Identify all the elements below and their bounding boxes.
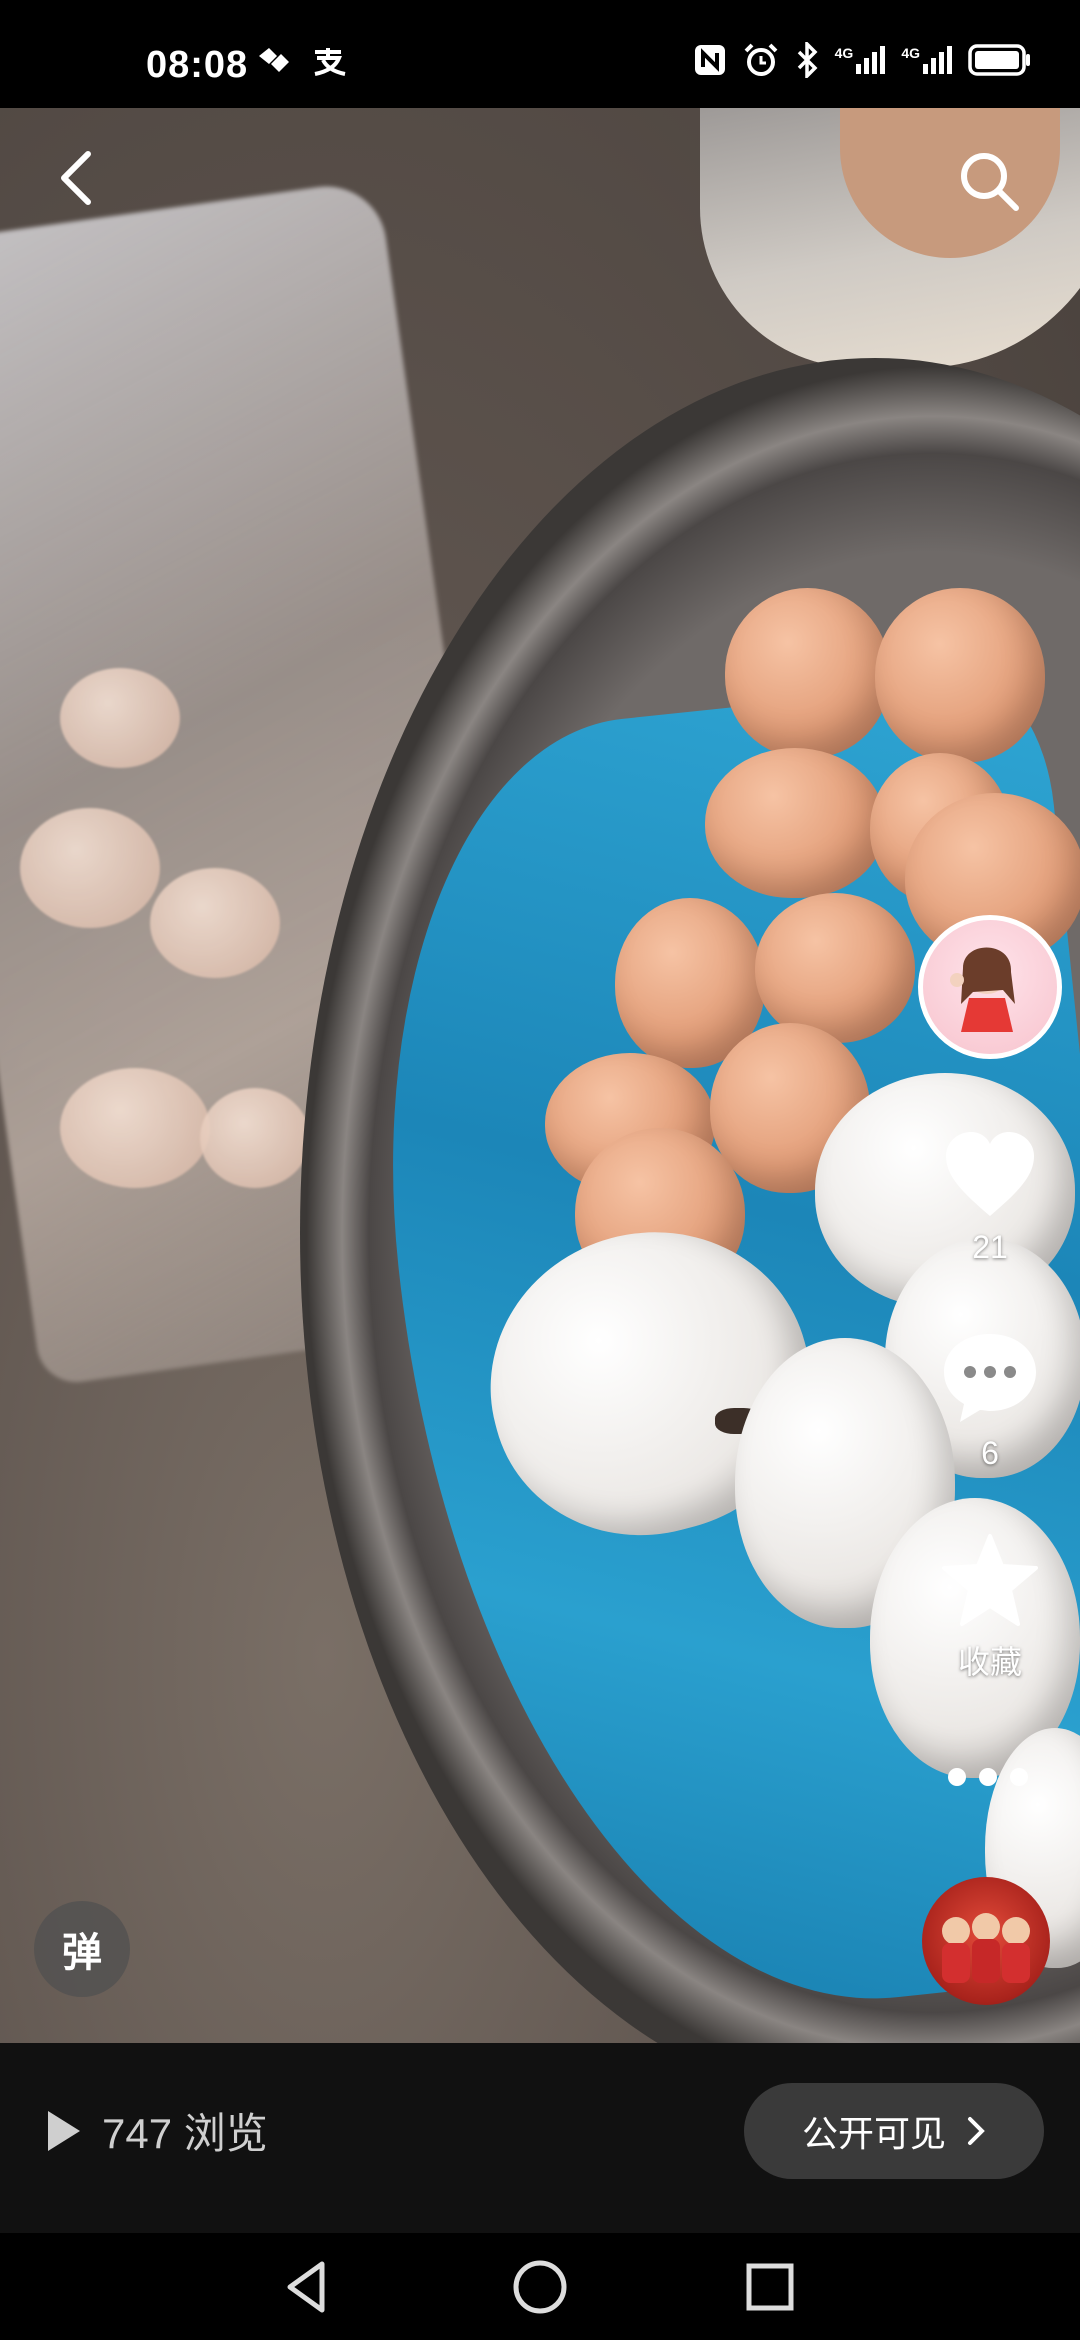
battery-icon [968, 44, 1030, 76]
egg [705, 748, 885, 898]
like-action[interactable]: 21 [910, 1130, 1070, 1266]
nav-home-icon[interactable] [505, 2252, 575, 2322]
music-avatar[interactable] [922, 1877, 1050, 2005]
heart-icon [946, 1132, 1034, 1216]
egg [875, 588, 1045, 763]
bag-egg [150, 868, 280, 978]
network-type-label: 4G [834, 45, 854, 61]
like-count: 21 [972, 1229, 1008, 1265]
nfc-icon [694, 45, 725, 75]
comment-icon [944, 1334, 1036, 1422]
egg [755, 893, 915, 1043]
status-right-icons: 4G 4G [693, 42, 1032, 78]
visibility-label: 公开可见 [801, 2113, 946, 2154]
danmu-toggle-button[interactable]: 弹 [34, 1901, 130, 1997]
alipay-icon [314, 48, 346, 76]
heartbeat-icon [259, 48, 289, 72]
star-icon [942, 1534, 1038, 1626]
play-icon [48, 2110, 80, 2151]
views-text: 747 浏览 [102, 2110, 268, 2157]
alarm-icon [744, 43, 778, 76]
views-indicator: 747 浏览 [44, 2100, 268, 2161]
status-bar: 08:08 4G 4G [0, 0, 1080, 108]
bag-egg [20, 808, 160, 928]
favorite-label: 收藏 [957, 1644, 1022, 1680]
nav-back-icon[interactable] [272, 2252, 342, 2322]
back-arrow-icon[interactable] [48, 148, 108, 208]
bag-egg [60, 1068, 210, 1188]
status-left-icons [255, 46, 347, 76]
video-player[interactable] [0, 108, 1080, 2043]
nav-recents-icon[interactable] [735, 2252, 805, 2322]
music-avatar-illustration [942, 1913, 1030, 1983]
chevron-right-icon [968, 2117, 985, 2145]
signal-4g-icon: 4G [835, 46, 886, 74]
visibility-button[interactable]: 公开可见 [744, 2083, 1044, 2179]
favorite-action[interactable]: 收藏 [910, 1532, 1070, 1683]
egg [725, 588, 890, 758]
bag-egg [200, 1088, 310, 1188]
comment-count: 6 [981, 1435, 999, 1471]
status-time: 08:08 [146, 44, 249, 86]
search-icon[interactable] [956, 148, 1022, 214]
comment-action[interactable]: 6 [910, 1330, 1070, 1472]
signal-4g-icon: 4G [901, 46, 952, 74]
bluetooth-icon [797, 42, 818, 78]
more-icon[interactable] [945, 1762, 1031, 1792]
network-type-label: 4G [901, 45, 920, 61]
author-avatar[interactable] [918, 915, 1062, 1059]
avatar-illustration [950, 947, 1015, 1032]
bag-egg [60, 668, 180, 768]
